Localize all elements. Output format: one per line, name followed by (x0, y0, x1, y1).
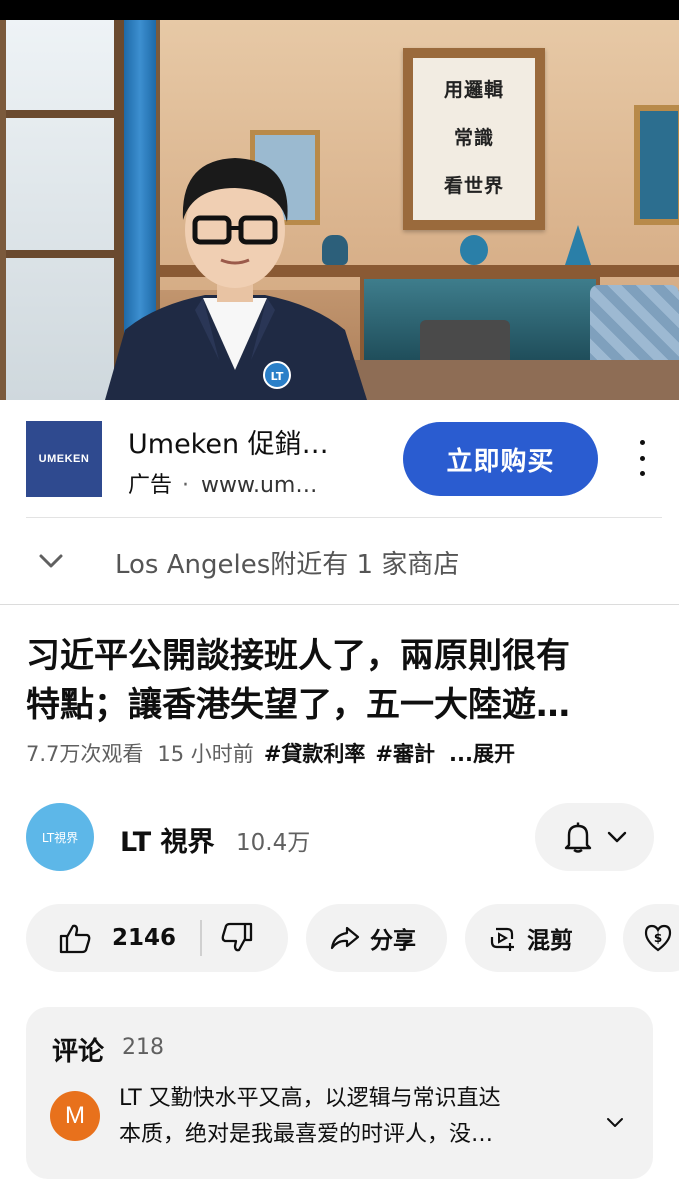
commenter-avatar-letter: M (65, 1102, 85, 1129)
share-button[interactable]: 分享 (306, 904, 447, 972)
sign-line: 用邏輯 (443, 79, 504, 101)
video-sign: 用邏輯 常識 看世界 (403, 48, 545, 230)
view-count: 7.7万次观看 (26, 742, 144, 766)
share-arrow-icon (330, 926, 360, 950)
video-wall-picture-right (634, 105, 679, 225)
comment-line: LT 又勤快水平又高，以逻辑与常识直达 (119, 1086, 501, 1111)
like-button[interactable]: 2146 (26, 904, 203, 972)
chevron-down-icon (607, 831, 626, 843)
buy-now-button[interactable]: 立即购买 (403, 422, 598, 496)
chevron-down-icon[interactable] (36, 546, 66, 576)
thumbs-down-icon (221, 922, 253, 952)
comments-panel[interactable]: 评论 218 M LT 又勤快水平又高，以逻辑与常识直达 本质，绝对是我最喜爱的… (26, 1007, 653, 1179)
video-title-line: 习近平公開談接班人了，兩原則很有 (26, 636, 570, 676)
like-count: 2146 (112, 925, 177, 951)
notification-bell-button[interactable] (535, 803, 654, 871)
svg-text:$: $ (654, 931, 662, 945)
channel-row: LT視界 LT 視界 10.4万 (0, 800, 679, 872)
commenter-avatar: M (50, 1091, 100, 1141)
thumbs-up-icon (59, 924, 91, 954)
ad-card[interactable]: UMEKEN Umeken 促銷… 广告 · www.um… 立即购买 (0, 400, 679, 518)
ad-logo[interactable]: UMEKEN (26, 421, 102, 497)
nearby-store-text: Los Angeles附近有 1 家商店 (115, 550, 460, 580)
like-dislike-pill: 2146 (26, 904, 288, 972)
channel-avatar[interactable]: LT視界 (26, 803, 94, 871)
video-player[interactable]: 用邏輯 常識 看世界 LT (0, 20, 679, 400)
video-vase (460, 235, 488, 265)
ad-title[interactable]: Umeken 促銷… (128, 422, 368, 461)
status-bar (0, 0, 679, 20)
presenter-avatar: LT (105, 158, 367, 400)
video-title[interactable]: 习近平公開談接班人了，兩原則很有 特點；讓香港失望了，五一大陸遊… (26, 632, 656, 730)
thanks-dollar-icon: $ (644, 924, 672, 952)
chevron-down-icon[interactable] (604, 1111, 626, 1133)
bell-icon (564, 822, 591, 853)
channel-name[interactable]: LT 視界 (120, 820, 215, 859)
ad-separator: · (182, 473, 190, 498)
remix-label: 混剪 (527, 928, 573, 954)
ad-meta: 广告 · www.um… (128, 467, 317, 499)
dislike-button[interactable] (202, 904, 272, 972)
divider (0, 604, 679, 605)
comment-line: 本质，绝对是我最喜爱的时评人，没… (119, 1122, 494, 1147)
channel-avatar-text: LT視界 (41, 830, 79, 845)
kebab-menu-icon[interactable] (630, 440, 654, 476)
ad-label: 广告 (128, 473, 173, 498)
hashtag-link[interactable]: #貸款利率 (264, 742, 366, 766)
sign-line: 看世界 (443, 175, 504, 197)
share-label: 分享 (370, 928, 416, 954)
presenter-badge: LT (271, 370, 284, 383)
ad-logo-text: UMEKEN (38, 453, 90, 465)
comments-count: 218 (122, 1035, 164, 1060)
expand-description-link[interactable]: ...展开 (449, 742, 515, 766)
hashtag-link[interactable]: #審計 (375, 742, 435, 766)
sign-line: 常識 (453, 127, 494, 149)
upload-age: 15 小时前 (157, 742, 254, 766)
remix-icon (490, 927, 514, 951)
comments-heading: 评论 (52, 1037, 105, 1067)
nearby-store-row[interactable]: Los Angeles附近有 1 家商店 (0, 518, 679, 604)
video-meta[interactable]: 7.7万次观看 15 小时前 #貸款利率 #審計 ...展开 (26, 738, 515, 768)
remix-button[interactable]: 混剪 (465, 904, 606, 972)
thanks-button[interactable]: $ (623, 904, 679, 972)
video-title-line: 特點；讓香港失望了，五一大陸遊… (26, 685, 570, 725)
ad-url[interactable]: www.um… (201, 473, 317, 498)
top-comment-text: LT 又勤快水平又高，以逻辑与常识直达 本质，绝对是我最喜爱的时评人，没… (119, 1081, 589, 1153)
subscriber-count: 10.4万 (236, 830, 311, 856)
action-bar: 2146 分享 混剪 $ (0, 904, 679, 974)
